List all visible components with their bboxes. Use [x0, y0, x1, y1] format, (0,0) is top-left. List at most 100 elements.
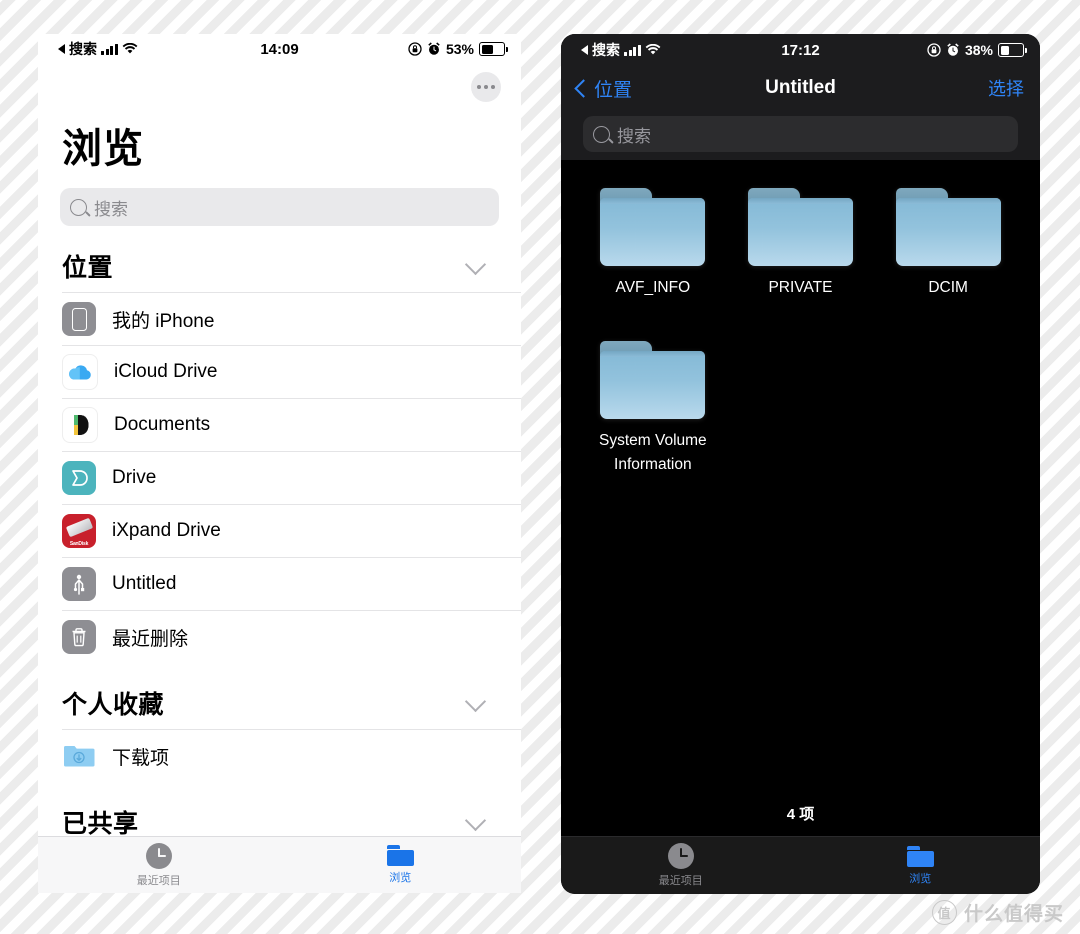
trash-icon: [62, 620, 96, 654]
sidebar-item-icloud-drive[interactable]: iCloud Drive: [62, 345, 521, 398]
tab-recents[interactable]: 最近项目: [561, 837, 801, 894]
tab-browse[interactable]: 浏览: [801, 837, 1041, 894]
tab-bar-left: 最近项目 浏览: [38, 836, 521, 893]
battery-percent-label: 53%: [445, 41, 474, 57]
rotation-lock-icon: [927, 43, 941, 57]
clock-icon: [667, 843, 694, 869]
back-button-label: 位置: [594, 79, 633, 101]
tab-bar-right: 最近项目 浏览: [561, 836, 1040, 894]
chevron-down-icon[interactable]: [464, 809, 487, 831]
search-icon: [70, 198, 87, 216]
folder-icon: [386, 845, 414, 866]
dark-header: 搜索 17:12 38% 位置 Untitled 选择 搜索: [561, 34, 1040, 160]
dot-3: [491, 85, 495, 89]
usb-drive-icon: [62, 567, 96, 601]
more-options-button[interactable]: [471, 72, 501, 102]
downloads-folder-icon: [62, 739, 96, 773]
left-phone-screenshot: 搜索 14:09 53% 浏览 搜索 位置 我的 iPhone iCloud D…: [38, 34, 521, 893]
sidebar-item-documents[interactable]: Documents: [62, 398, 521, 451]
folder-label: AVF_INFO: [615, 279, 691, 296]
section-title: 已共享: [62, 810, 139, 838]
dot-1: [477, 85, 481, 89]
sidebar-item-downloads[interactable]: 下载项: [62, 729, 521, 782]
sidebar-item-label: Drive: [112, 467, 157, 488]
item-count-label: 4 项: [786, 806, 815, 823]
folder-icon: [895, 188, 1001, 266]
sidebar-item-label: 我的 iPhone: [112, 310, 215, 332]
folder-body-shape: [600, 351, 706, 420]
page-title: 浏览: [62, 127, 144, 171]
sidebar-item-my-iphone[interactable]: 我的 iPhone: [62, 292, 521, 345]
nav-title: Untitled: [765, 77, 836, 98]
folder-item[interactable]: AVF_INFO: [590, 188, 715, 299]
folder-grid: AVF_INFO PRIVATE DCIM System Volume Info…: [561, 160, 1040, 476]
watermark-text: 什么值得买: [963, 904, 1064, 925]
sidebar-item-label: iCloud Drive: [114, 361, 218, 382]
folder-item[interactable]: DCIM: [886, 188, 1011, 299]
folder-body-shape: [895, 198, 1001, 266]
status-right-cluster: 38%: [927, 42, 1027, 58]
folder-icon: [600, 188, 706, 266]
tab-label: 浏览: [389, 872, 412, 884]
folder-tab-shape: [386, 845, 400, 849]
alarm-icon: [947, 43, 959, 56]
status-bar-left: 搜索 14:09 53%: [38, 34, 521, 64]
folder-item[interactable]: PRIVATE: [738, 188, 863, 299]
sidebar-item-label: 下载项: [112, 747, 170, 769]
documents-app-icon: [62, 407, 98, 443]
battery-icon: [479, 42, 508, 56]
tab-browse[interactable]: 浏览: [280, 837, 522, 893]
chevron-left-icon: [574, 78, 593, 98]
watermark: 值 什么值得买: [931, 899, 1064, 926]
search-field-right[interactable]: 搜索: [583, 116, 1018, 152]
section-header-locations[interactable]: 位置: [38, 226, 521, 292]
search-icon: [593, 125, 610, 143]
iphone-icon: [62, 302, 96, 336]
folder-label: System Volume Information: [598, 432, 707, 473]
chevron-down-icon[interactable]: [464, 690, 487, 712]
sidebar-item-untitled[interactable]: Untitled: [62, 557, 521, 610]
sidebar-item-label: Untitled: [112, 573, 177, 594]
battery-percent-label: 38%: [964, 42, 993, 58]
section-header-favorites[interactable]: 个人收藏: [38, 663, 521, 729]
select-button[interactable]: 选择: [988, 75, 1024, 101]
back-button[interactable]: 位置: [574, 75, 633, 102]
rotation-lock-icon: [408, 42, 422, 56]
navigation-bar: 位置 Untitled 选择: [561, 66, 1040, 110]
sandisk-ixpand-icon: SanDisk: [62, 514, 96, 548]
folder-body-shape: [386, 850, 414, 866]
clock-icon: [145, 842, 172, 869]
tab-recents[interactable]: 最近项目: [38, 837, 280, 893]
screenshot-stage: 搜索 14:09 53% 浏览 搜索 位置 我的 iPhone iCloud D…: [0, 0, 1080, 934]
chevron-down-icon[interactable]: [464, 253, 487, 275]
usb-stick-shape: [65, 517, 94, 538]
search-field-left[interactable]: 搜索: [60, 188, 499, 226]
sidebar-item-recently-deleted[interactable]: 最近删除: [62, 610, 521, 663]
battery-icon: [998, 43, 1027, 57]
folder-body-shape: [747, 198, 853, 266]
section-title: 个人收藏: [62, 691, 165, 719]
right-phone-screenshot: 搜索 17:12 38% 位置 Untitled 选择 搜索 AVF_INFO …: [561, 34, 1040, 894]
folder-body-shape: [906, 850, 934, 867]
drive-app-icon: [62, 461, 96, 495]
folder-icon: [600, 341, 706, 420]
folder-label: PRIVATE: [768, 279, 833, 296]
icloud-icon: [62, 354, 98, 390]
folder-tab-shape: [906, 845, 920, 850]
sidebar-item-drive[interactable]: Drive: [62, 451, 521, 504]
sidebar-item-label: 最近删除: [112, 628, 189, 650]
tab-label: 最近项目: [658, 875, 703, 887]
tab-label: 最近项目: [136, 874, 181, 887]
search-placeholder: 搜索: [617, 126, 651, 146]
folder-body-shape: [600, 198, 706, 266]
sandisk-wordmark: SanDisk: [69, 541, 89, 547]
alarm-icon: [428, 42, 440, 55]
sidebar-item-ixpand-drive[interactable]: SanDisk iXpand Drive: [62, 504, 521, 557]
search-placeholder: 搜索: [94, 199, 128, 219]
tab-label: 浏览: [909, 872, 932, 885]
status-right-cluster: 53%: [408, 41, 508, 57]
folder-item[interactable]: System Volume Information: [590, 341, 715, 476]
folder-icon: [747, 188, 853, 266]
dot-2: [484, 85, 488, 89]
folder-icon: [906, 845, 934, 867]
